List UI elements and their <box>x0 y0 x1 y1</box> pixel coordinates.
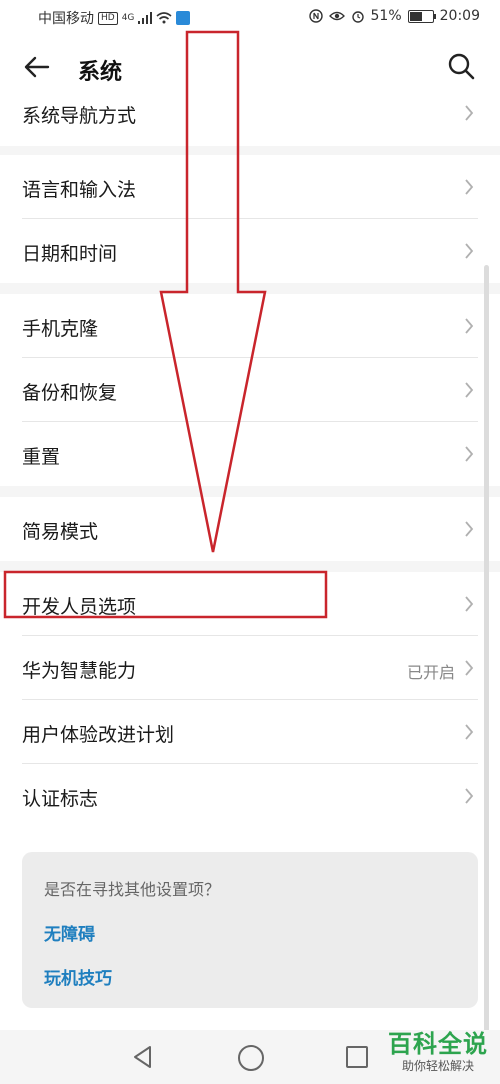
chevron-right-icon <box>465 382 474 398</box>
settings-row-certification[interactable]: 认证标志 <box>0 764 500 828</box>
row-status-value: 已开启 <box>406 663 455 682</box>
suggestions-title: 是否在寻找其他设置项？ <box>44 880 221 899</box>
alarm-icon <box>351 11 364 23</box>
settings-row-backup-restore[interactable]: 备份和恢复 <box>0 358 500 422</box>
settings-row-system-navigation[interactable]: 系统导航方式 <box>0 100 500 146</box>
settings-row-language-input[interactable]: 语言和输入法 <box>0 155 500 219</box>
suggestion-link-tips[interactable]: 玩机技巧 <box>44 964 112 989</box>
row-label: 华为智慧能力 <box>22 660 137 682</box>
settings-group-navigation: 系统导航方式 <box>0 100 500 146</box>
status-right: 51% 20:09 <box>308 8 480 24</box>
row-label: 重置 <box>22 446 61 468</box>
hd-badge: HD <box>98 11 118 25</box>
chevron-right-icon <box>465 446 474 462</box>
wifi-icon <box>156 12 172 24</box>
chevron-right-icon <box>465 179 474 195</box>
row-label: 用户体验改进计划 <box>22 724 175 746</box>
nfc-icon <box>308 9 323 23</box>
chevron-right-icon <box>465 596 474 612</box>
back-arrow-icon[interactable] <box>22 52 52 82</box>
watermark-subtitle: 助你轻松解决 <box>401 1059 474 1073</box>
nav-back-icon[interactable] <box>132 1045 154 1069</box>
chevron-right-icon <box>465 788 474 804</box>
app-notification-icon <box>176 11 191 25</box>
row-label: 语言和输入法 <box>22 179 137 201</box>
status-left: 中国移动 HD 4G <box>38 8 191 28</box>
watermark: 百科全说 助你轻松解决 <box>388 1024 488 1074</box>
clock-time: 20:09 <box>439 8 480 24</box>
settings-row-reset[interactable]: 重置 <box>0 422 500 486</box>
nav-recent-icon[interactable] <box>346 1046 368 1068</box>
row-label: 日期和时间 <box>22 243 118 265</box>
network-type: 4G <box>121 13 135 23</box>
search-icon[interactable] <box>446 51 476 81</box>
app-header: 系统 <box>0 34 500 100</box>
chevron-right-icon <box>465 318 474 334</box>
chevron-right-icon <box>465 243 474 259</box>
settings-group-simple-mode: 简易模式 <box>0 497 500 561</box>
row-label: 简易模式 <box>22 521 99 543</box>
settings-row-phone-clone[interactable]: 手机克隆 <box>0 294 500 358</box>
row-label: 认证标志 <box>22 788 99 810</box>
row-label: 手机克隆 <box>22 318 99 340</box>
suggestions-card: 是否在寻找其他设置项？ 无障碍 玩机技巧 <box>22 852 478 1008</box>
settings-row-date-time[interactable]: 日期和时间 <box>0 219 500 283</box>
settings-row-huawei-intelligence[interactable]: 华为智慧能力 已开启 <box>0 636 500 700</box>
row-label: 系统导航方式 <box>22 105 137 127</box>
signal-icon <box>138 12 153 24</box>
chevron-right-icon <box>465 521 474 537</box>
battery-icon <box>407 9 436 23</box>
page-title: 系统 <box>78 60 123 85</box>
settings-group-language-date: 语言和输入法 日期和时间 <box>0 155 500 283</box>
chevron-right-icon <box>465 660 474 676</box>
chevron-right-icon <box>465 105 474 121</box>
nav-home-icon[interactable] <box>238 1045 264 1071</box>
watermark-title: 百科全说 <box>388 1030 488 1058</box>
settings-group-backup: 手机克隆 备份和恢复 重置 <box>0 294 500 486</box>
scrollbar[interactable] <box>484 265 489 1035</box>
row-label: 开发人员选项 <box>22 596 137 618</box>
settings-row-user-experience[interactable]: 用户体验改进计划 <box>0 700 500 764</box>
suggestion-link-accessibility[interactable]: 无障碍 <box>44 920 95 945</box>
carrier-name: 中国移动 <box>38 11 94 27</box>
settings-row-developer-options[interactable]: 开发人员选项 <box>0 572 500 636</box>
chevron-right-icon <box>465 724 474 740</box>
row-label: 备份和恢复 <box>22 382 118 404</box>
battery-percent: 51% <box>370 8 402 24</box>
status-bar: 中国移动 HD 4G 51% 20:09 <box>0 0 500 34</box>
settings-row-simple-mode[interactable]: 简易模式 <box>0 497 500 561</box>
eye-icon <box>328 11 345 21</box>
